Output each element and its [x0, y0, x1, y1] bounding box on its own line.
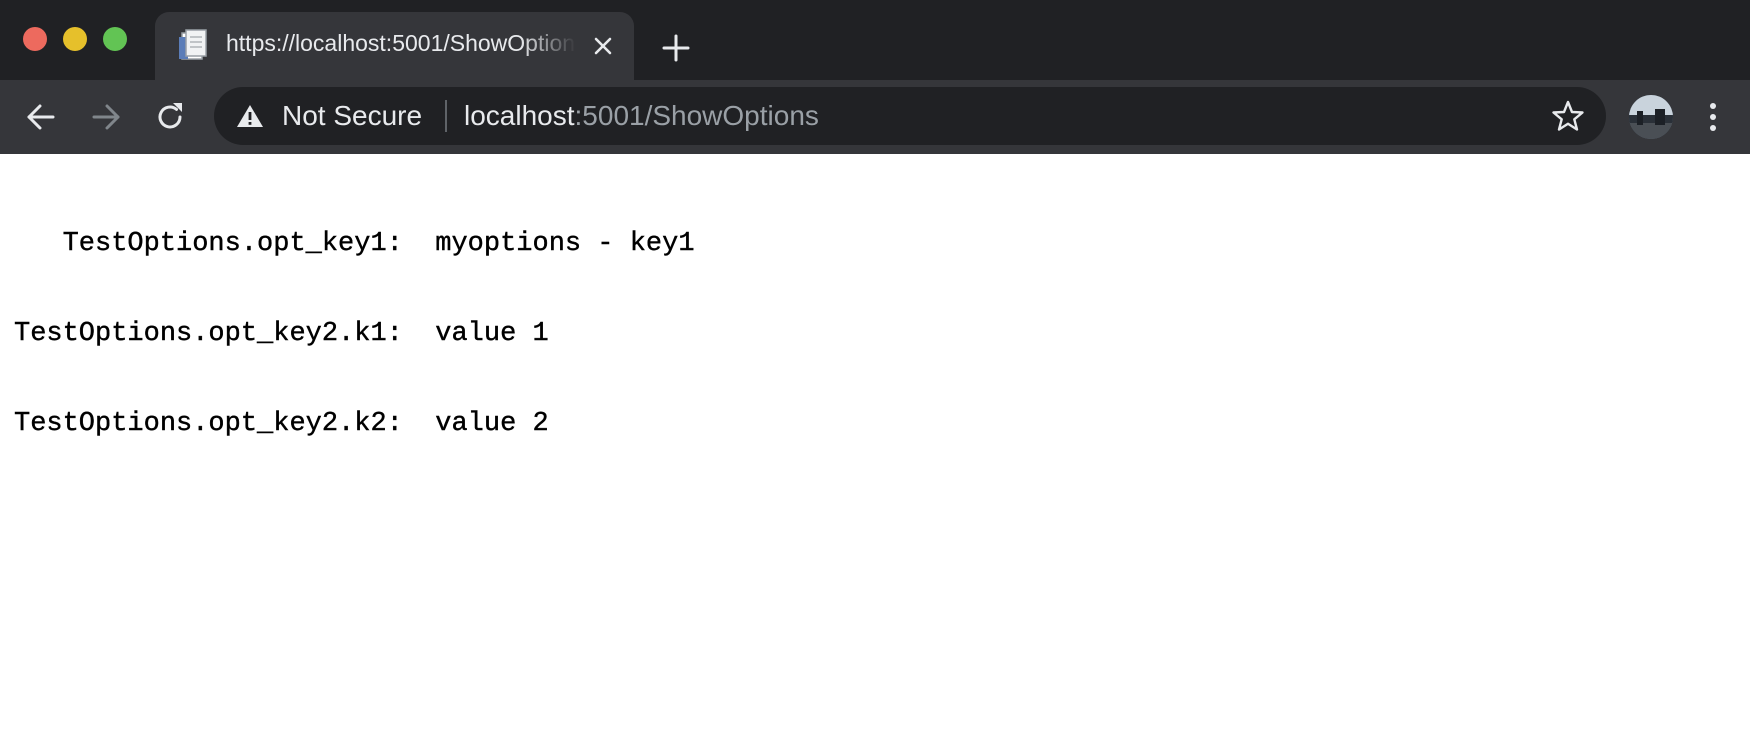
- option-key: TestOptions.opt_key2.k2:: [14, 409, 403, 439]
- reload-icon[interactable]: [150, 97, 190, 137]
- profile-photo-icon: [1629, 95, 1673, 139]
- maximize-window-button[interactable]: [103, 27, 127, 51]
- more-vertical-icon[interactable]: [1701, 97, 1725, 137]
- option-value: value 1: [402, 319, 549, 349]
- address-bar[interactable]: Not Secure localhost:5001/ShowOptions: [214, 87, 1606, 145]
- output-line: TestOptions.opt_key1: myoptions - key1: [14, 229, 695, 259]
- tab-title: https://localhost:5001/ShowOptions: [226, 30, 576, 56]
- avatar[interactable]: [1629, 95, 1673, 139]
- warning-icon[interactable]: [236, 103, 264, 129]
- omnibox-divider: [445, 100, 447, 132]
- close-icon[interactable]: [589, 32, 617, 60]
- security-status[interactable]: Not Secure: [282, 87, 422, 145]
- browser-window: https://localhost:5001/ShowOptions Not S…: [0, 0, 1750, 734]
- back-arrow-icon[interactable]: [21, 97, 61, 137]
- option-key: TestOptions.opt_key1:: [14, 229, 403, 259]
- options-output: TestOptions.opt_key1: myoptions - key1 T…: [14, 169, 695, 499]
- url-host: localhost: [464, 100, 575, 131]
- plus-icon[interactable]: [660, 32, 692, 64]
- browser-toolbar: Not Secure localhost:5001/ShowOptions: [0, 80, 1750, 154]
- url-path: :5001/ShowOptions: [574, 100, 819, 131]
- close-window-button[interactable]: [23, 27, 47, 51]
- option-value: value 2: [402, 409, 549, 439]
- forward-arrow-icon[interactable]: [86, 97, 126, 137]
- tab-strip: https://localhost:5001/ShowOptions: [0, 0, 1750, 80]
- minimize-window-button[interactable]: [63, 27, 87, 51]
- bookmark-star-icon[interactable]: [1551, 99, 1585, 133]
- output-line: TestOptions.opt_key2.k2: value 2: [14, 409, 695, 439]
- option-value: myoptions - key1: [402, 229, 695, 259]
- active-tab[interactable]: https://localhost:5001/ShowOptions: [155, 12, 634, 80]
- option-key: TestOptions.opt_key2.k1:: [14, 319, 403, 349]
- document-icon: [179, 29, 207, 60]
- output-line: TestOptions.opt_key2.k1: value 1: [14, 319, 695, 349]
- page-content: TestOptions.opt_key1: myoptions - key1 T…: [0, 154, 1750, 734]
- url-text[interactable]: localhost:5001/ShowOptions: [464, 87, 819, 145]
